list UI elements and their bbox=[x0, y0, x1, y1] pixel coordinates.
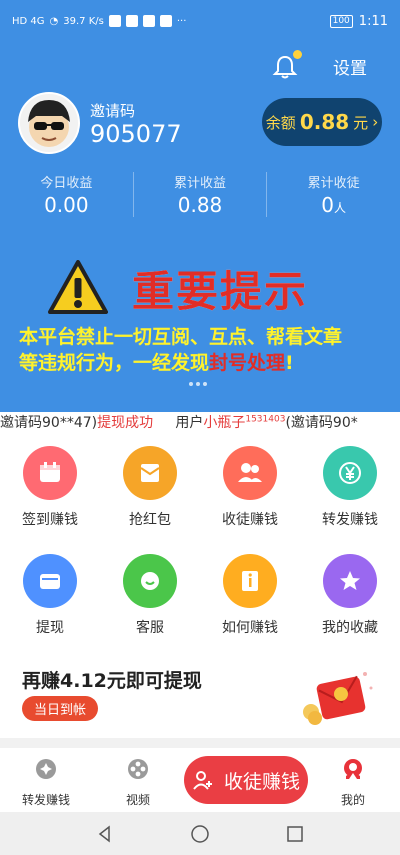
notice-text: 本平台禁止一切互阅、互点、帮看文章 等违规行为，一经发现封号处理! bbox=[19, 324, 391, 376]
notice-line-end: ! bbox=[285, 352, 294, 374]
ticker-highlight: 提现成功 bbox=[97, 415, 154, 431]
profile-icon bbox=[344, 759, 362, 779]
red-envelope-gift-icon bbox=[303, 672, 373, 725]
grid-item-favorites[interactable]: 我的收藏 bbox=[300, 544, 400, 648]
network-speed: 39.7 K/s bbox=[63, 15, 104, 27]
warning-icon bbox=[48, 260, 108, 314]
users-icon bbox=[223, 446, 277, 500]
grid-item-label: 我的收藏 bbox=[322, 620, 378, 636]
add-user-icon bbox=[193, 771, 212, 790]
star-icon bbox=[323, 554, 377, 608]
balance-amount: 0.88 bbox=[299, 110, 350, 134]
notification-app-icon bbox=[142, 15, 155, 27]
notification-dot bbox=[293, 50, 302, 59]
tab-label: 视频 bbox=[125, 793, 150, 807]
invite-disciples-button[interactable]: 收徒赚钱 bbox=[184, 756, 308, 804]
grid-item-how-to-earn[interactable]: 如何赚钱 bbox=[200, 544, 300, 648]
ticker-user: 小瓶子 bbox=[203, 415, 246, 431]
banner-title: 再赚4.12元即可提现 bbox=[22, 670, 202, 692]
tab-forward[interactable]: 转发赚钱 bbox=[11, 758, 81, 808]
notification-app-icon bbox=[125, 15, 138, 27]
tab-video[interactable]: 视频 bbox=[103, 758, 173, 808]
divider bbox=[0, 738, 400, 748]
notice-line: 本平台禁止一切互阅、互点、帮看文章 bbox=[19, 326, 343, 348]
wallet-icon bbox=[23, 554, 77, 608]
chevron-right-icon: › bbox=[372, 113, 379, 131]
stat-total-earnings: 累计收益 0.88 bbox=[134, 172, 268, 217]
status-bar: HD 4G ◔ 39.7 K/s ··· 100 1:11 bbox=[0, 0, 400, 42]
invite-code-value: 905077 bbox=[90, 120, 182, 148]
withdraw-ticker: 邀请码90**47)提现成功 用户小瓶子1531403(邀请码90* bbox=[0, 412, 400, 436]
settings-link[interactable]: 设置 bbox=[333, 54, 367, 79]
network-indicator: HD 4G bbox=[12, 15, 45, 27]
tab-label: 我的 bbox=[340, 793, 365, 807]
notice-highlight: 封号处理 bbox=[209, 352, 286, 374]
balance-button[interactable]: 余额 0.88 元 › bbox=[262, 98, 382, 146]
stat-today-earnings: 今日收益 0.00 bbox=[0, 172, 134, 217]
banner-tag: 当日到帐 bbox=[22, 696, 99, 721]
stat-value: 0 bbox=[321, 193, 335, 217]
grid-item-label: 抢红包 bbox=[129, 512, 171, 528]
back-icon[interactable] bbox=[96, 824, 114, 843]
yen-icon bbox=[323, 446, 377, 500]
feature-grid: 签到赚钱 抢红包 收徒赚钱 转发赚钱 提现 客服 如何赚钱 我的收藏 bbox=[0, 436, 400, 654]
tab-label: 转发赚钱 bbox=[21, 793, 70, 807]
stat-label: 今日收益 bbox=[40, 176, 93, 191]
forward-tab-icon bbox=[36, 759, 56, 779]
system-nav-bar bbox=[0, 812, 400, 855]
stat-unit: 人 bbox=[334, 201, 347, 215]
stats-row: 今日收益 0.00 累计收益 0.88 累计收徒 0人 bbox=[0, 172, 400, 217]
tab-mine[interactable]: 我的 bbox=[318, 758, 388, 808]
balance-label: 余额 bbox=[265, 113, 296, 132]
grid-item-forward[interactable]: 转发赚钱 bbox=[300, 436, 400, 540]
ticker-text: 用户 bbox=[175, 415, 204, 431]
notice-line-text: 等违规行为，一经发现 bbox=[19, 352, 210, 374]
invite-button-label: 收徒赚钱 bbox=[223, 770, 300, 793]
red-envelope-icon bbox=[123, 446, 177, 500]
grid-item-checkin[interactable]: 签到赚钱 bbox=[0, 436, 100, 540]
stat-label: 累计收益 bbox=[174, 176, 227, 191]
video-reel-icon bbox=[128, 759, 148, 779]
grid-item-label: 转发赚钱 bbox=[322, 512, 378, 528]
grid-item-red-envelope[interactable]: 抢红包 bbox=[100, 436, 200, 540]
wifi-icon: ◔ bbox=[49, 15, 59, 27]
stat-value: 0.88 bbox=[177, 193, 223, 217]
chat-icon bbox=[123, 554, 177, 608]
battery-indicator: 100 bbox=[329, 14, 353, 28]
invite-code-label: 邀请码 bbox=[90, 102, 136, 120]
notice-title: 重要提示 bbox=[132, 267, 309, 316]
notice-line: 等违规行为，一经发现封号处理! bbox=[19, 350, 391, 376]
grid-item-withdraw[interactable]: 提现 bbox=[0, 544, 100, 648]
clock: 1:11 bbox=[358, 13, 388, 29]
grid-item-recruit[interactable]: 收徒赚钱 bbox=[200, 436, 300, 540]
home-icon[interactable] bbox=[190, 824, 210, 844]
grid-item-label: 收徒赚钱 bbox=[222, 512, 278, 528]
stat-total-disciples: 累计收徒 0人 bbox=[267, 172, 400, 217]
notification-app-icon bbox=[108, 15, 121, 27]
stat-value: 0.00 bbox=[44, 193, 89, 217]
recents-icon[interactable] bbox=[286, 825, 304, 843]
more-notifications-icon: ··· bbox=[176, 15, 187, 27]
ticker-text: 邀请码90**47) bbox=[0, 415, 98, 431]
stat-label: 累计收徒 bbox=[307, 176, 360, 191]
notification-app-icon bbox=[159, 15, 172, 27]
grid-item-label: 如何赚钱 bbox=[222, 620, 278, 636]
info-icon bbox=[223, 554, 277, 608]
ticker-user-id: 1531403 bbox=[245, 414, 286, 425]
grid-item-label: 提现 bbox=[36, 620, 64, 636]
withdraw-progress-banner[interactable]: 再赚4.12元即可提现 当日到帐 bbox=[0, 654, 400, 738]
balance-unit: 元 bbox=[353, 113, 369, 132]
header-panel: 设置 邀请码 905077 余额 0.88 元 › 今日收益 0.00 累计收益… bbox=[0, 42, 400, 412]
calendar-icon bbox=[23, 446, 77, 500]
grid-item-label: 客服 bbox=[136, 620, 164, 636]
grid-item-label: 签到赚钱 bbox=[22, 512, 78, 528]
grid-item-support[interactable]: 客服 bbox=[100, 544, 200, 648]
carousel-indicator bbox=[189, 382, 207, 386]
bottom-tab-bar: 转发赚钱 视频 收徒赚钱 我的 bbox=[0, 748, 400, 812]
ticker-text: (邀请码90* bbox=[285, 415, 358, 431]
avatar[interactable] bbox=[18, 92, 80, 154]
